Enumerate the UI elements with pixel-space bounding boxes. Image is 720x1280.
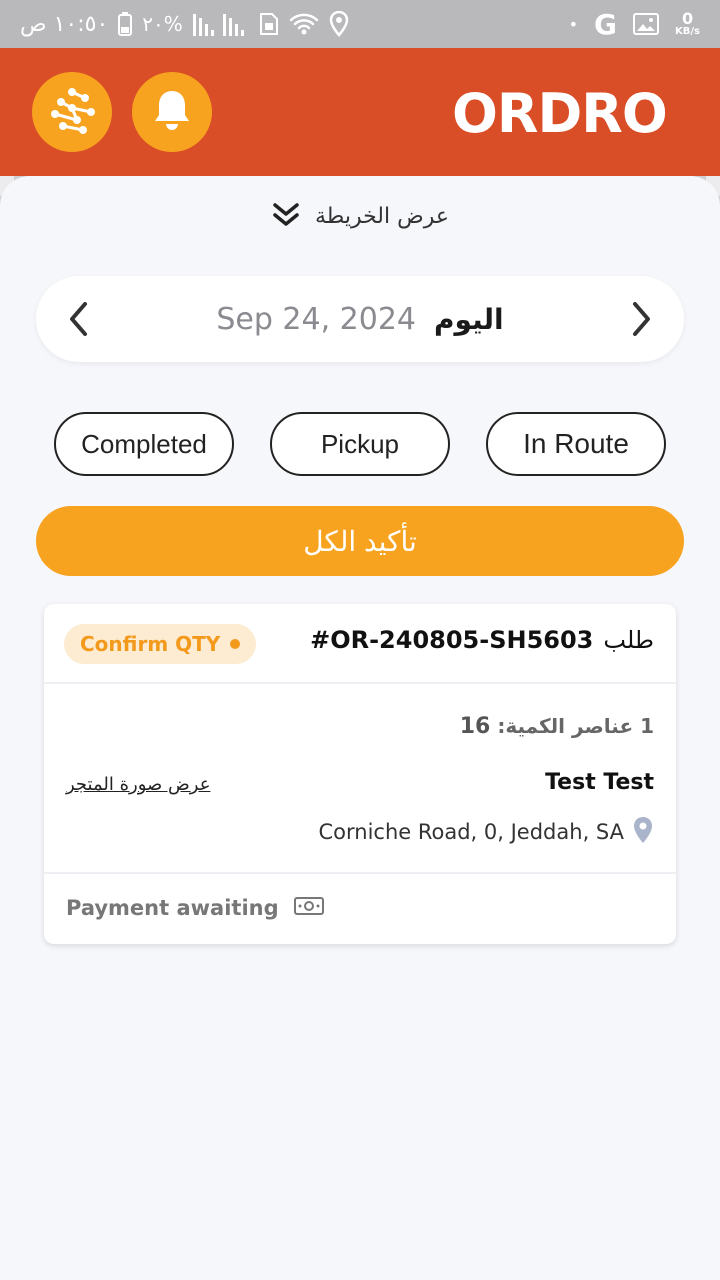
notifications-button[interactable] — [132, 72, 212, 152]
network-icon — [47, 86, 97, 139]
confirm-all-button[interactable]: تأكيد الكل — [36, 506, 684, 576]
order-id: #OR-240805-SH5603 — [310, 626, 594, 654]
order-prefix: طلب — [603, 626, 654, 654]
map-toggle-label: عرض الخريطة — [315, 203, 449, 229]
selected-date: Sep 24, 2024 — [216, 301, 417, 337]
bell-icon — [152, 89, 192, 136]
google-icon: G — [594, 7, 618, 41]
wifi-icon — [289, 12, 319, 36]
quantity-value: 16 — [459, 714, 491, 739]
location-status-icon — [329, 11, 349, 37]
order-card-header: Confirm QTY #OR-240805-SH5603 طلب — [44, 604, 676, 684]
order-number: #OR-240805-SH5603 طلب — [310, 626, 654, 654]
date-display: Sep 24, 2024 اليوم — [36, 276, 684, 362]
date-selector: Sep 24, 2024 اليوم — [36, 276, 684, 362]
logo-text: ORDRO — [452, 82, 667, 142]
payment-status: Payment awaiting — [66, 894, 325, 922]
notification-dot-icon: • — [568, 14, 579, 34]
battery-level: ٢٠% — [142, 12, 183, 36]
status-right: • G 0 KB/s — [569, 6, 700, 42]
chevron-double-down-icon — [271, 199, 301, 233]
filter-pickup[interactable]: Pickup — [270, 412, 450, 476]
logo-wordmark: ORDRO — [452, 82, 668, 145]
chevron-right-icon — [633, 302, 650, 336]
address-text: Corniche Road, 0, Jeddah, SA — [318, 820, 624, 844]
store-image-link[interactable]: عرض صورة المتجر — [66, 774, 210, 795]
filter-completed[interactable]: Completed — [54, 412, 234, 476]
map-toggle[interactable]: عرض الخريطة — [0, 196, 720, 236]
status-time: ١٠:٥٠ ص — [20, 11, 109, 37]
battery-icon — [118, 12, 133, 36]
ordro-logo: ORDRO — [452, 82, 690, 145]
cash-icon — [293, 894, 325, 922]
status-badge-label: Confirm QTY — [80, 632, 221, 656]
location-pin-icon — [632, 816, 654, 848]
filter-in-route[interactable]: In Route — [486, 412, 666, 476]
customer-address: Corniche Road, 0, Jeddah, SA — [318, 816, 654, 848]
status-bar: ١٠:٥٠ ص ٢٠% • G 0 KB/s — [0, 0, 720, 48]
today-label: اليوم — [434, 302, 504, 336]
quantity-info: 1 عناصر الكمية: 16 — [460, 714, 654, 739]
order-card[interactable]: Confirm QTY #OR-240805-SH5603 طلب 1 عناص… — [44, 604, 676, 944]
gallery-icon — [633, 13, 660, 35]
quantity-label: 1 عناصر الكمية: — [497, 714, 654, 738]
status-left: ١٠:٥٠ ص ٢٠% — [20, 6, 349, 42]
network-button[interactable] — [32, 72, 112, 152]
order-card-footer: Payment awaiting — [44, 872, 676, 944]
customer-name: Test Test — [545, 770, 654, 795]
status-dot-icon — [230, 639, 241, 649]
next-day-button[interactable] — [622, 300, 660, 338]
status-badge: Confirm QTY — [64, 624, 257, 664]
signal-icon — [192, 12, 249, 36]
sim-icon — [259, 12, 279, 36]
app-header: ORDRO — [0, 48, 720, 176]
status-filters: Completed Pickup In Route — [0, 412, 720, 476]
network-speed: 0 KB/s — [675, 9, 700, 37]
payment-label: Payment awaiting — [66, 896, 279, 920]
